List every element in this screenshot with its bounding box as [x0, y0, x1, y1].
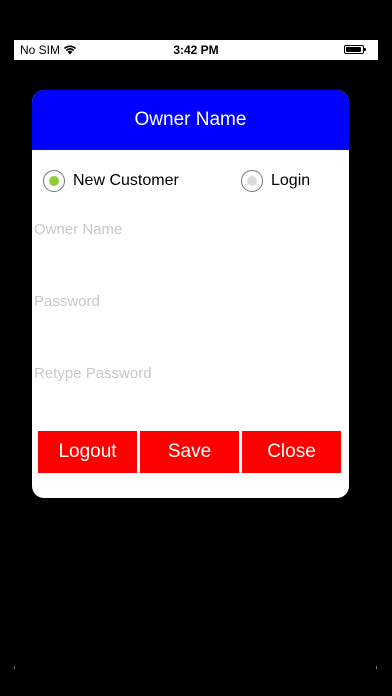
battery-icon	[344, 45, 366, 54]
radio-login-label: Login	[271, 172, 311, 189]
radio-selected-icon	[43, 170, 65, 192]
corner-mark-left	[14, 666, 15, 669]
owner-dialog: Owner Name New Customer Login Owner Name…	[32, 90, 349, 498]
corner-mark-right	[376, 666, 377, 669]
action-buttons: Logout Save Close	[38, 431, 341, 473]
password-input[interactable]	[34, 286, 334, 316]
dialog-header: Owner Name	[32, 90, 349, 150]
dialog-title: Owner Name	[134, 109, 247, 130]
status-bar: No SIM 3:42 PM	[14, 40, 378, 60]
radio-new-customer-label: New Customer	[73, 172, 179, 189]
retype-password-field	[32, 358, 349, 430]
owner-name-input[interactable]	[34, 214, 334, 244]
radio-new-customer[interactable]: New Customer	[43, 170, 179, 192]
radio-login[interactable]: Login	[241, 170, 310, 192]
password-field	[32, 286, 349, 358]
owner-name-field	[32, 214, 349, 286]
radio-unselected-icon	[241, 170, 263, 192]
radio-dot	[49, 176, 59, 186]
app-screen: No SIM 3:42 PM Owner Name New Customer L…	[0, 0, 392, 696]
logout-button[interactable]: Logout	[38, 431, 137, 473]
close-button[interactable]: Close	[242, 431, 341, 473]
radio-dot	[247, 176, 257, 186]
customer-type-radio-group: New Customer Login	[32, 150, 349, 214]
status-time: 3:42 PM	[173, 43, 219, 57]
retype-password-input[interactable]	[34, 358, 334, 388]
save-button[interactable]: Save	[140, 431, 239, 473]
